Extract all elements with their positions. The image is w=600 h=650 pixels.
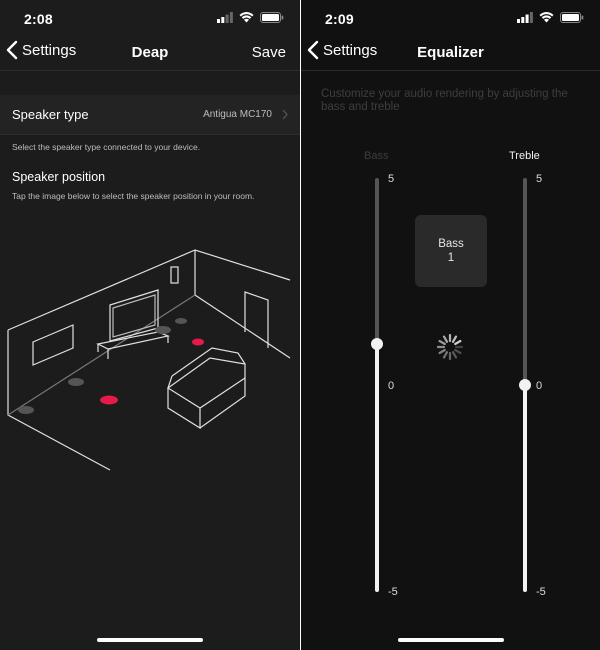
treble-track-lower [523, 385, 527, 592]
spinner-tick [454, 348, 462, 355]
save-button[interactable]: Save [252, 44, 286, 61]
spinner-tick [451, 351, 458, 359]
home-indicator [397, 638, 504, 642]
chevron-left-icon [6, 40, 18, 60]
status-bar: 2:08 [0, 0, 300, 36]
speaker-position-help: Tap the image below to select the speake… [12, 191, 255, 201]
back-button[interactable]: Settings [307, 40, 377, 60]
equalizer-screen: 2:09 Settings Equalizer Customize your a… [301, 0, 600, 650]
chevron-left-icon [307, 40, 319, 60]
speaker-spot-center[interactable] [192, 338, 204, 346]
status-bar: 2:09 [301, 0, 600, 36]
value-card-title: Bass [438, 238, 464, 250]
bass-slider-title: Bass [364, 150, 389, 162]
speaker-type-row[interactable]: Speaker type Antigua MC170 [0, 95, 300, 135]
spinner-tick [454, 339, 462, 346]
speaker-spot-rear-right[interactable] [175, 318, 187, 324]
bass-max-label: 5 [388, 173, 395, 185]
treble-slider-thumb[interactable] [519, 379, 531, 391]
status-icons [217, 12, 284, 23]
settings-content: Speaker type Antigua MC170 Select the sp… [0, 95, 300, 201]
back-button-label: Settings [22, 41, 77, 59]
status-time: 2:08 [24, 11, 53, 27]
status-time: 2:09 [325, 11, 354, 27]
bass-track-lower [375, 343, 379, 592]
battery-icon [560, 12, 584, 23]
navigation-bar: Settings Equalizer [301, 36, 600, 70]
wifi-icon [239, 12, 254, 23]
speaker-position-heading: Speaker position [12, 170, 106, 184]
value-card: Bass 1 [415, 215, 487, 287]
chevron-right-icon [282, 109, 288, 120]
spinner-tick [442, 335, 449, 343]
speaker-spot-front-right[interactable] [155, 326, 171, 334]
equalizer-description: Customize your audio rendering by adjust… [321, 88, 568, 113]
battery-icon [260, 12, 284, 23]
navigation-bar: Settings Deap Save [0, 36, 300, 70]
bass-slider-thumb[interactable] [371, 337, 383, 350]
room-outline [7, 249, 291, 471]
treble-track-upper [523, 178, 527, 385]
speaker-type-value: Antigua MC170 [203, 109, 272, 120]
spinner-tick [451, 335, 458, 343]
status-icons [517, 12, 584, 23]
signal-icon [217, 12, 233, 23]
speaker-spot-left[interactable] [68, 378, 84, 386]
wifi-icon [539, 12, 554, 23]
treble-mid-label: 0 [536, 380, 543, 392]
treble-min-label: -5 [536, 586, 546, 598]
nav-divider [0, 70, 300, 71]
bass-track-upper [375, 178, 379, 344]
speaker-spot-rear-left[interactable] [18, 406, 34, 414]
spinner-tick [442, 351, 449, 359]
back-button-label: Settings [323, 41, 378, 59]
home-indicator [97, 638, 203, 642]
bass-mid-label: 0 [388, 380, 395, 392]
speaker-type-help: Select the speaker type connected to you… [12, 142, 201, 152]
signal-icon [517, 12, 533, 23]
back-button[interactable]: Settings [6, 40, 76, 60]
speaker-spot-front[interactable] [100, 395, 118, 405]
loading-spinner-icon [436, 333, 464, 361]
deap-settings-screen: 2:08 Settings Deap Save Speaker type Ant… [0, 0, 300, 650]
speaker-type-label: Speaker type [12, 107, 89, 122]
room-diagram[interactable] [0, 240, 300, 490]
value-card-value: 1 [447, 252, 455, 264]
bass-min-label: -5 [388, 586, 398, 598]
treble-max-label: 5 [536, 173, 543, 185]
spinner-tick [438, 348, 446, 355]
treble-slider-title: Treble [509, 150, 540, 162]
spinner-tick [438, 339, 446, 346]
nav-divider [301, 70, 600, 71]
